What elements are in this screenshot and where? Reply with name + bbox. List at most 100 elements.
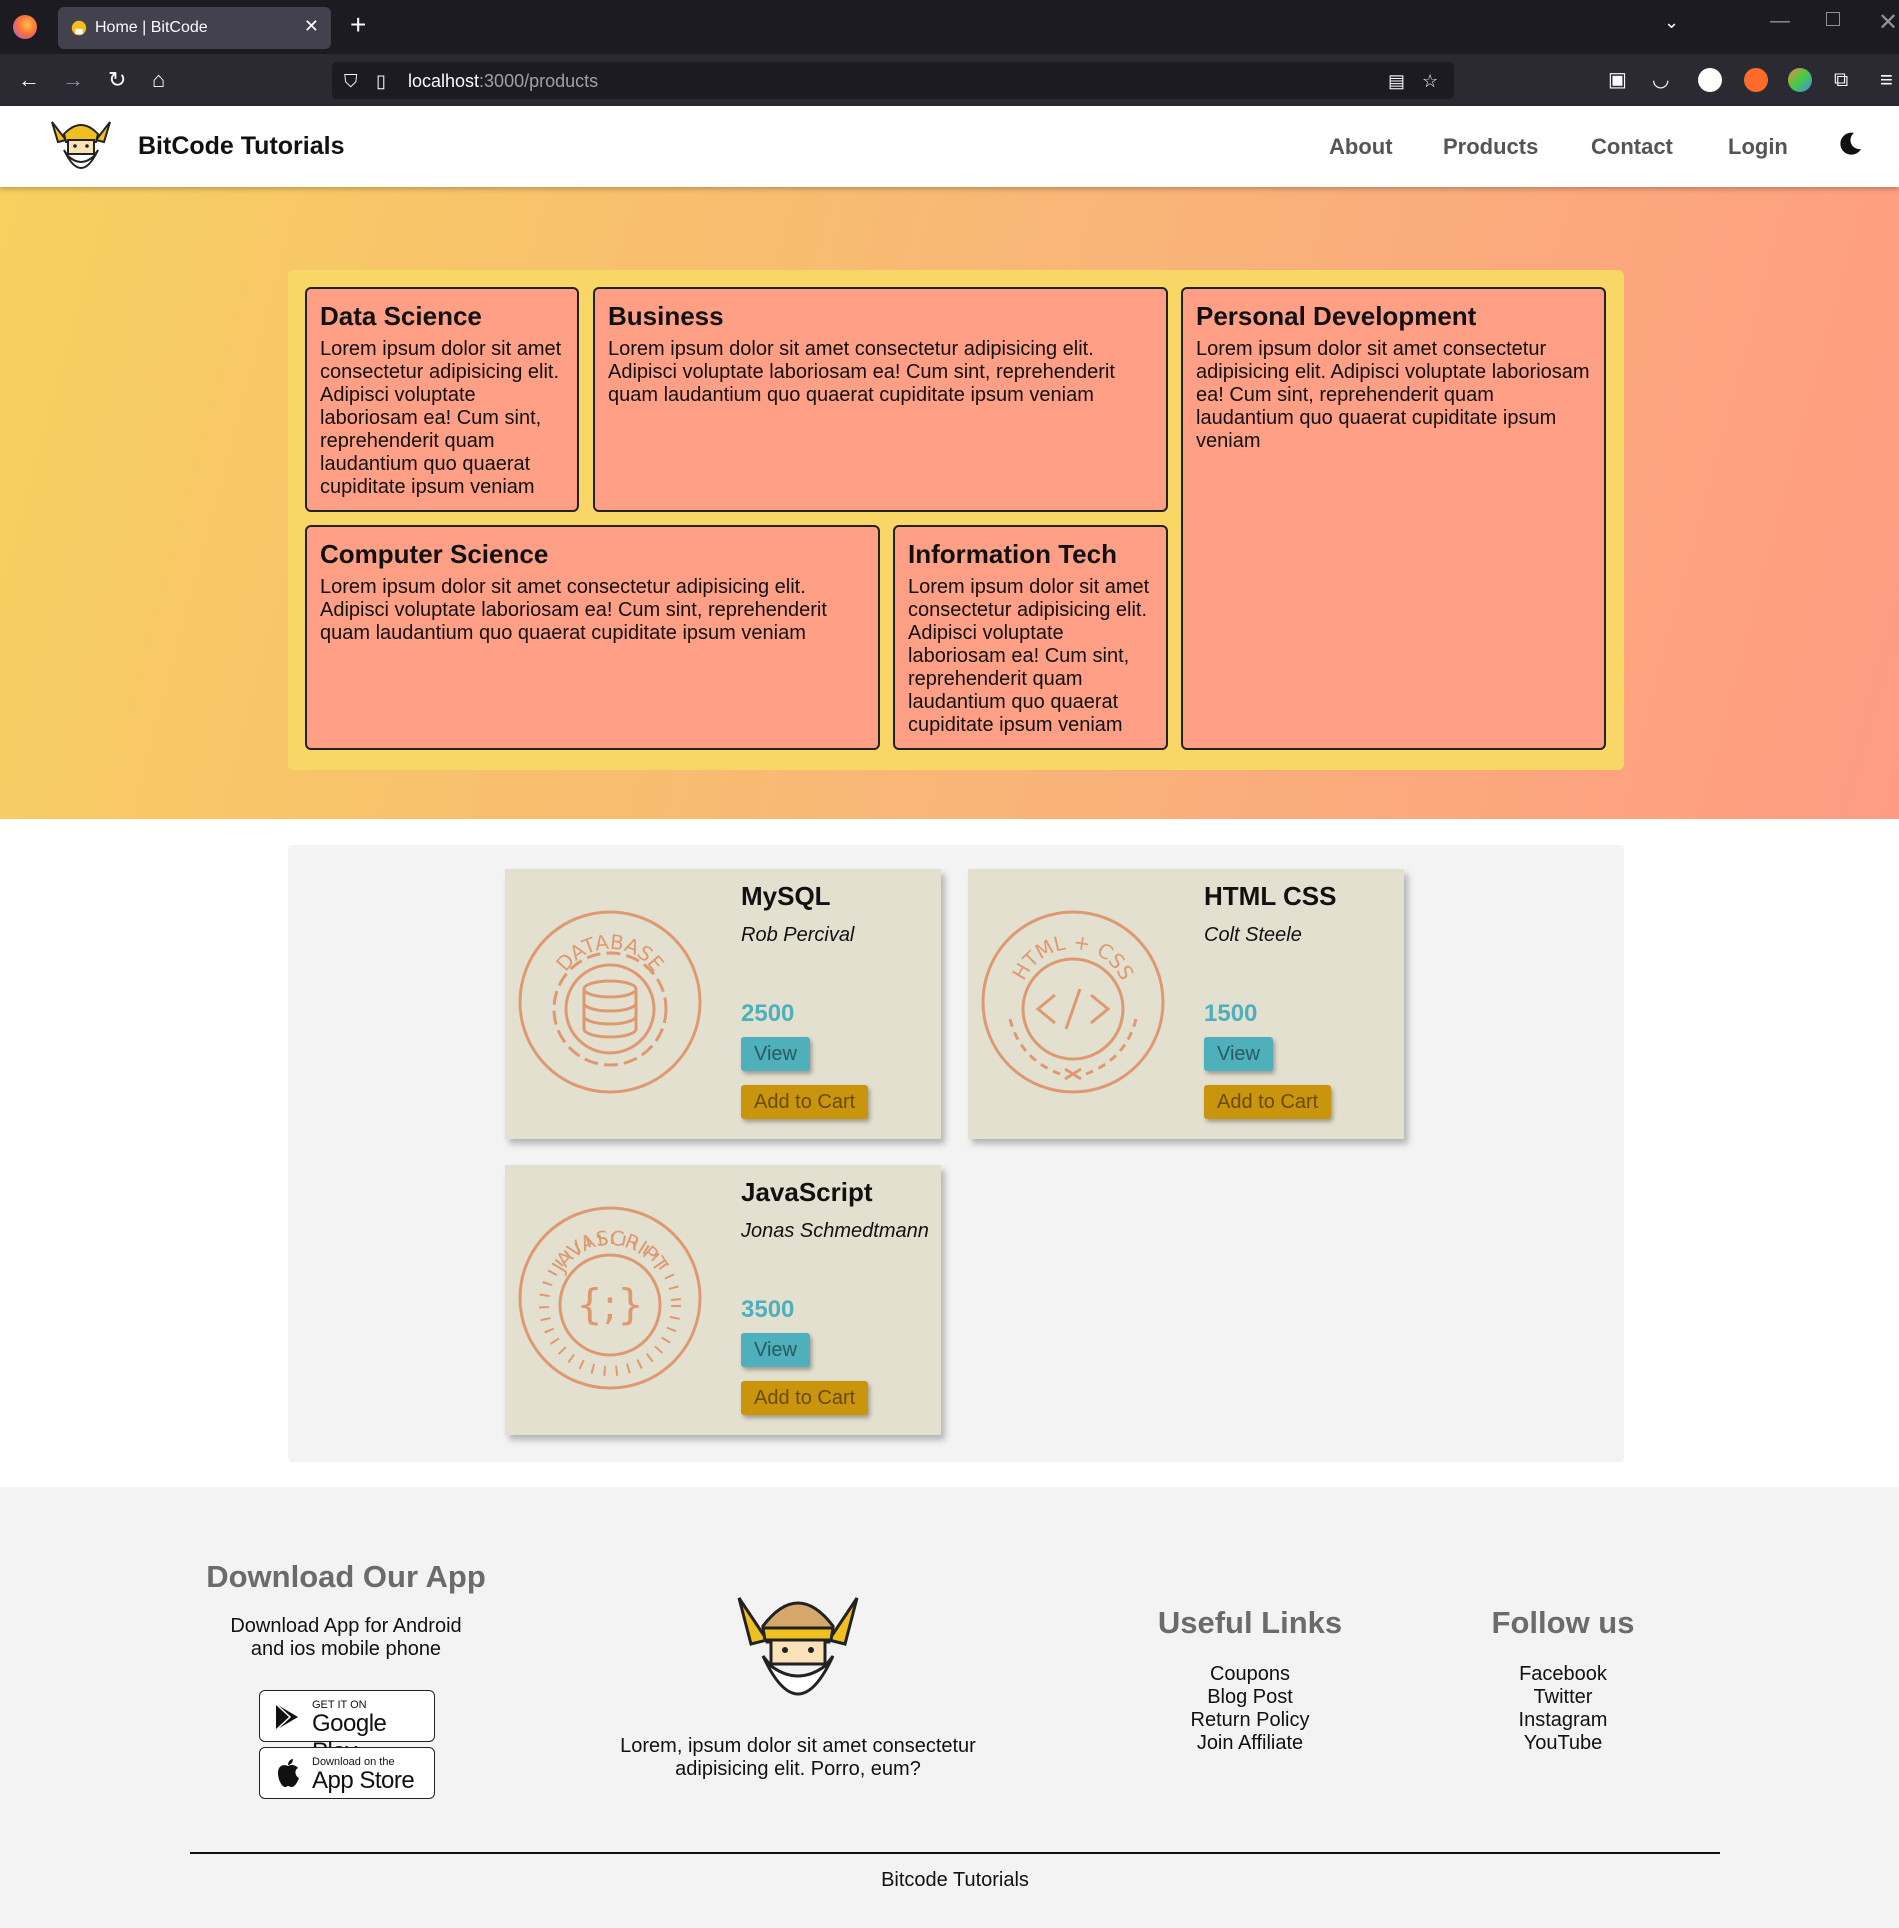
tab-title: Home | BitCode [95,19,208,36]
url-text[interactable]: localhost:3000/products [408,71,598,92]
code-badge-icon: HTML + CSS [981,910,1165,1094]
back-icon[interactable]: ← [18,66,40,94]
product-price: 3500 [741,1296,795,1323]
category-card-business[interactable]: Business Lorem ipsum dolor sit amet cons… [593,287,1168,512]
url-bar[interactable]: ⛉ ▯ localhost:3000/products ▤ ☆ [332,62,1454,99]
product-card-mysql: DATABASE MySQL Rob Percival 2500 View Ad… [505,869,941,1139]
chevron-down-icon[interactable]: ⌄ [1664,12,1679,33]
browser-tab[interactable]: Home | BitCode ✕ [58,7,331,49]
browser-tab-bar: Home | BitCode ✕ + ⌄ — ✕ [0,0,1899,54]
brand-title[interactable]: BitCode Tutorials [138,132,344,161]
database-badge-icon: DATABASE [518,910,702,1094]
product-title: MySQL [741,881,831,911]
svg-text:HTML + CSS: HTML + CSS [1007,930,1139,984]
app-store-label: App Store [312,1767,415,1794]
home-icon[interactable]: ⌂ [152,66,165,94]
firefox-icon[interactable] [13,15,37,39]
bookmark-star-icon[interactable]: ☆ [1422,71,1438,92]
nav-about[interactable]: About [1329,134,1393,160]
footer-link-youtube[interactable]: YouTube [1443,1732,1683,1755]
product-author: Jonas Schmedtmann [741,1220,929,1242]
category-text: Lorem ipsum dolor sit amet consectetur a… [608,338,1115,406]
category-card-computer-science[interactable]: Computer Science Lorem ipsum dolor sit a… [305,525,880,750]
view-button[interactable]: View [741,1037,810,1071]
extension-color-icon[interactable] [1788,68,1812,92]
footer-follow-heading: Follow us [1491,1605,1635,1640]
products-section: DATABASE MySQL Rob Percival 2500 View Ad… [288,845,1624,1462]
product-card-javascript: JAVASCRIPT {;} JavaScript Jonas Schmedtm… [505,1165,941,1435]
nav-contact[interactable]: Contact [1591,134,1673,160]
category-card-personal-development[interactable]: Personal Development Lorem ipsum dolor s… [1181,287,1606,750]
footer-about: Lorem, ipsum dolor sit amet consectetur … [610,1735,986,1781]
extensions-puzzle-icon[interactable]: ⧉ [1834,66,1848,94]
add-to-cart-button[interactable]: Add to Cart [741,1381,869,1415]
product-title: HTML CSS [1204,881,1337,911]
category-card-information-tech[interactable]: Information Tech Lorem ipsum dolor sit a… [893,525,1168,750]
bitcode-logo-icon[interactable] [48,112,114,180]
footer-link-blog-post[interactable]: Blog Post [1130,1686,1370,1709]
footer-link-twitter[interactable]: Twitter [1443,1686,1683,1709]
nav-login[interactable]: Login [1728,134,1788,160]
reload-icon[interactable]: ↻ [108,66,126,94]
category-title: Information Tech [908,539,1117,569]
view-button[interactable]: View [741,1333,810,1367]
bitcode-favicon-icon [71,20,87,36]
footer-link-join-affiliate[interactable]: Join Affiliate [1130,1732,1370,1755]
dark-mode-moon-icon[interactable] [1836,130,1864,158]
nav-products[interactable]: Products [1443,134,1538,160]
minimize-icon[interactable]: — [1770,10,1790,33]
pocket-icon[interactable]: ◡ [1652,66,1669,94]
product-author: Colt Steele [1204,924,1302,946]
app-store-button[interactable]: Download on the App Store [259,1747,435,1799]
add-to-cart-button[interactable]: Add to Cart [1204,1085,1332,1119]
product-author: Rob Percival [741,924,855,946]
reader-view-icon[interactable]: ▤ [1388,71,1405,92]
close-window-icon[interactable]: ✕ [1878,8,1898,37]
extension-s-icon[interactable] [1698,68,1722,92]
view-button[interactable]: View [1204,1037,1273,1071]
category-title: Data Science [320,301,482,331]
product-card-html-css: HTML + CSS HTML CSS Colt Steele 1500 Vie… [968,869,1404,1139]
footer-link-instagram[interactable]: Instagram [1443,1709,1683,1732]
forward-icon[interactable]: → [62,66,84,94]
category-text: Lorem ipsum dolor sit amet consectetur a… [908,576,1150,736]
footer-app-heading: Download Our App [206,1559,486,1594]
google-play-icon [275,1703,298,1731]
tab-close-icon[interactable]: ✕ [304,16,319,37]
svg-text:{;}: {;} [576,1280,644,1329]
footer-download-app: Download Our App Download App for Androi… [196,1559,496,1661]
extension-brave-icon[interactable] [1744,68,1768,92]
google-play-button[interactable]: GET IT ON Google Play [259,1690,435,1765]
footer-links-heading: Useful Links [1157,1605,1343,1640]
category-text: Lorem ipsum dolor sit amet consectetur a… [320,576,827,644]
footer-link-facebook[interactable]: Facebook [1443,1663,1683,1686]
hamburger-menu-icon[interactable]: ≡ [1880,66,1893,94]
site-footer: Download Our App Download App for Androi… [0,1487,1899,1928]
footer-useful-links: Useful Links Coupons Blog Post Return Po… [1130,1605,1370,1755]
category-text: Lorem ipsum dolor sit amet consectetur a… [320,338,562,498]
shield-icon[interactable]: ⛉ [344,71,358,92]
footer-copyright: Bitcode Tutorials [881,1869,1029,1891]
browser-nav-bar: ← → ↻ ⌂ ⛉ ▯ localhost:3000/products ▤ ☆ … [0,54,1899,106]
product-title: JavaScript [741,1177,873,1207]
footer-link-return-policy[interactable]: Return Policy [1130,1709,1370,1732]
add-to-cart-button[interactable]: Add to Cart [741,1085,869,1119]
restore-icon[interactable] [1826,12,1840,26]
footer-divider [190,1852,1720,1854]
hero-section: Data Science Lorem ipsum dolor sit amet … [0,187,1899,819]
category-grid: Data Science Lorem ipsum dolor sit amet … [288,270,1624,770]
javascript-badge-icon: JAVASCRIPT {;} [518,1206,702,1390]
footer-about-text: Lorem, ipsum dolor sit amet consectetur … [620,1735,976,1780]
footer-follow-us: Follow us Facebook Twitter Instagram You… [1443,1605,1683,1755]
product-price: 2500 [741,1000,795,1027]
category-title: Business [608,301,724,331]
apple-icon [278,1759,299,1787]
new-tab-button[interactable]: + [350,10,366,40]
footer-link-coupons[interactable]: Coupons [1130,1663,1370,1686]
site-header: BitCode Tutorials About Products Contact… [0,106,1899,187]
category-card-data-science[interactable]: Data Science Lorem ipsum dolor sit amet … [305,287,579,512]
category-title: Computer Science [320,539,549,569]
category-title: Personal Development [1196,301,1477,331]
category-text: Lorem ipsum dolor sit amet consectetur a… [1196,338,1590,452]
downloads-folder-icon[interactable]: ▣ [1608,66,1627,94]
